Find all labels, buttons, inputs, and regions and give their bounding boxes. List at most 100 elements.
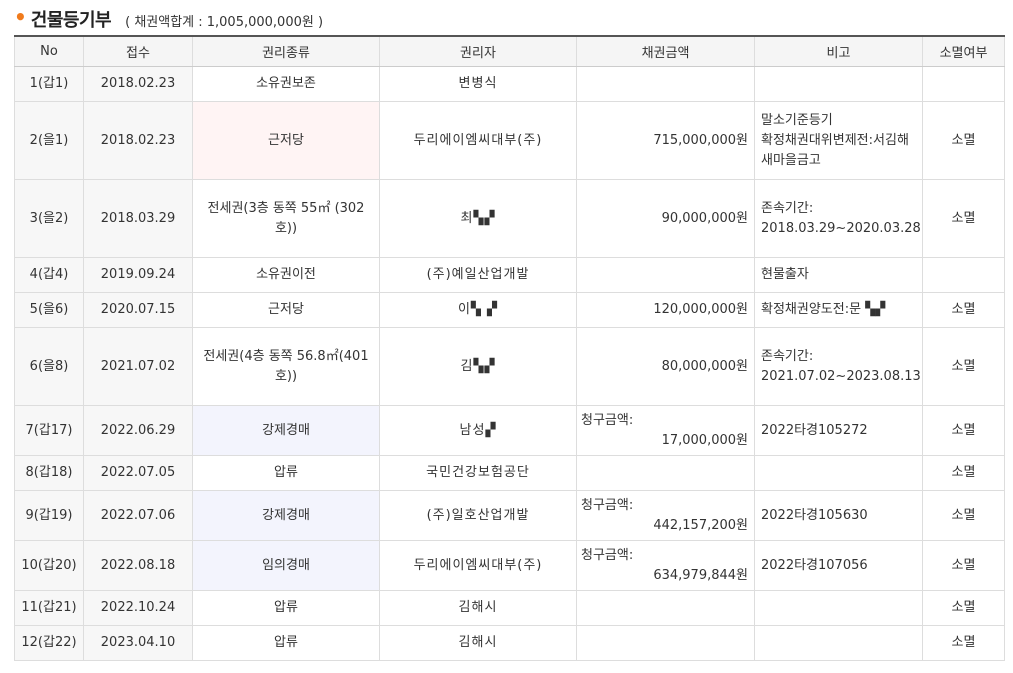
amount-value: 120,000,000원 [653, 302, 748, 317]
cell-remarks: 말소기준등기 확정채권대위변제전:서김해새마을금고 [754, 101, 923, 180]
cell-date: 2022.06.29 [83, 405, 193, 456]
building-registry-table: No 접수 권리종류 권리자 채권금액 비고 소멸여부 1(갑1) 2018.02… [14, 35, 1005, 661]
cell-extinguished-status: 소멸 [922, 101, 1005, 180]
amount-value: 90,000,000원 [661, 210, 748, 226]
claim-amount-label: 청구금액: [581, 497, 634, 513]
table-row: 10(갑20) 2022.08.18 임의경매 두리에이엠씨대부(주) 청구금액: 634… [14, 540, 1005, 591]
cell-right-type: 소유권이전 [192, 257, 380, 293]
cell-no: 1(갑1) [14, 66, 84, 102]
column-header-no: No [14, 35, 84, 67]
cell-right-type: 소유권보존 [192, 66, 380, 102]
table-header-row: No 접수 권리종류 권리자 채권금액 비고 소멸여부 [14, 35, 1005, 67]
claim-amount-label: 청구금액: [581, 412, 634, 428]
cell-remarks: 2022타경105272 [754, 405, 923, 456]
cell-bond-amount: 90,000,000원 [576, 179, 755, 258]
amount-value: 715,000,000원 [653, 132, 748, 148]
table-row: 12(갑22) 2023.04.10 압류 김해시 소멸 [14, 625, 1005, 661]
cell-extinguished-status: 소멸 [922, 179, 1005, 258]
cell-no: 12(갑22) [14, 625, 84, 661]
cell-right-holder: 국민건강보험공단 [379, 455, 577, 491]
cell-bond-amount: 80,000,000원 [576, 327, 755, 406]
cell-date: 2018.02.23 [83, 101, 193, 180]
cell-extinguished-status: 소멸 [922, 625, 1005, 661]
column-header-date: 접수 [83, 35, 193, 67]
amount-value: 634,979,844원 [653, 567, 748, 583]
column-header-extinguished: 소멸여부 [922, 35, 1005, 67]
cell-remarks: 확정채권양도전:문 ▚▞ [754, 292, 923, 328]
cell-date: 2020.07.15 [83, 292, 193, 328]
cell-bond-amount: 청구금액: 442,157,200원 [576, 490, 755, 541]
bond-total-summary: ( 채권액합계 : 1,005,000,000원 ) [125, 15, 324, 30]
cell-right-holder: 최▚▞ [379, 179, 577, 258]
cell-bond-amount: 715,000,000원 [576, 101, 755, 180]
table-row: 7(갑17) 2022.06.29 강제경매 남성▞ 청구금액: 17,000,000원 2… [14, 405, 1005, 456]
amount-value: 80,000,000원 [661, 358, 748, 374]
cell-right-type: 근저당 [192, 292, 380, 328]
cell-right-holder: (주)예일산업개발 [379, 257, 577, 293]
cell-right-type: 강제경매 [192, 490, 380, 541]
section-header: • 건물등기부 ( 채권액합계 : 1,005,000,000원 ) [14, 5, 324, 32]
cell-right-holder: (주)일호산업개발 [379, 490, 577, 541]
cell-right-holder: 김해시 [379, 625, 577, 661]
section-title: 건물등기부 [30, 10, 112, 31]
claim-amount-label: 청구금액: [581, 547, 634, 563]
cell-remarks [754, 590, 923, 626]
cell-no: 11(갑21) [14, 590, 84, 626]
cell-extinguished-status [922, 66, 1005, 102]
cell-no: 5(을6) [14, 292, 84, 328]
cell-remarks: 존속기간: 2018.03.29~2020.03.28 [754, 179, 923, 258]
cell-extinguished-status: 소멸 [922, 490, 1005, 541]
cell-extinguished-status: 소멸 [922, 590, 1005, 626]
cell-date: 2023.04.10 [83, 625, 193, 661]
column-header-bond-amount: 채권금액 [576, 35, 755, 67]
table-row: 6(을8) 2021.07.02 전세권(4층 동쪽 56.8㎡(401호)) 김▚▞… [14, 327, 1005, 406]
cell-right-type: 압류 [192, 455, 380, 491]
cell-right-holder: 김▚▞ [379, 327, 577, 406]
cell-bond-amount: 청구금액: 634,979,844원 [576, 540, 755, 591]
table-row: 2(을1) 2018.02.23 근저당 두리에이엠씨대부(주) 715,000,000… [14, 101, 1005, 180]
table-row: 5(을6) 2020.07.15 근저당 이▚ ▞ 120,000,000원 확정채권양도… [14, 292, 1005, 328]
cell-date: 2021.07.02 [83, 327, 193, 406]
cell-remarks: 존속기간: 2021.07.02~2023.08.13 [754, 327, 923, 406]
cell-remarks: 현물출자 [754, 257, 923, 293]
cell-right-holder: 이▚ ▞ [379, 292, 577, 328]
table-row: 1(갑1) 2018.02.23 소유권보존 변병식 [14, 66, 1005, 102]
cell-right-type: 압류 [192, 590, 380, 626]
table-row: 11(갑21) 2022.10.24 압류 김해시 소멸 [14, 590, 1005, 626]
bullet-dot-icon: • [14, 5, 27, 29]
table-row: 8(갑18) 2022.07.05 압류 국민건강보험공단 소멸 [14, 455, 1005, 491]
amount-value: 442,157,200원 [653, 517, 748, 533]
cell-no: 9(갑19) [14, 490, 84, 541]
cell-no: 7(갑17) [14, 405, 84, 456]
column-header-right-type: 권리종류 [192, 35, 380, 67]
cell-remarks [754, 455, 923, 491]
cell-remarks [754, 66, 923, 102]
cell-extinguished-status [922, 257, 1005, 293]
cell-right-holder: 남성▞ [379, 405, 577, 456]
cell-extinguished-status: 소멸 [922, 327, 1005, 406]
cell-no: 10(갑20) [14, 540, 84, 591]
column-header-remarks: 비고 [754, 35, 923, 67]
cell-date: 2022.10.24 [83, 590, 193, 626]
cell-remarks [754, 625, 923, 661]
cell-right-holder: 변병식 [379, 66, 577, 102]
cell-right-type: 근저당 [192, 101, 380, 180]
cell-extinguished-status: 소멸 [922, 455, 1005, 491]
cell-no: 8(갑18) [14, 455, 84, 491]
cell-bond-amount [576, 625, 755, 661]
cell-right-type: 전세권(3층 동쪽 55㎡ (302호)) [192, 179, 380, 258]
column-header-right-holder: 권리자 [379, 35, 577, 67]
cell-right-type: 강제경매 [192, 405, 380, 456]
cell-date: 2022.07.06 [83, 490, 193, 541]
cell-date: 2018.02.23 [83, 66, 193, 102]
cell-bond-amount: 120,000,000원 [576, 292, 755, 328]
cell-extinguished-status: 소멸 [922, 405, 1005, 456]
table-row: 3(을2) 2018.03.29 전세권(3층 동쪽 55㎡ (302호)) 최▚▞ 9… [14, 179, 1005, 258]
cell-right-type: 전세권(4층 동쪽 56.8㎡(401호)) [192, 327, 380, 406]
cell-no: 3(을2) [14, 179, 84, 258]
cell-bond-amount [576, 455, 755, 491]
cell-right-holder: 김해시 [379, 590, 577, 626]
cell-date: 2022.07.05 [83, 455, 193, 491]
cell-bond-amount [576, 257, 755, 293]
cell-bond-amount [576, 66, 755, 102]
